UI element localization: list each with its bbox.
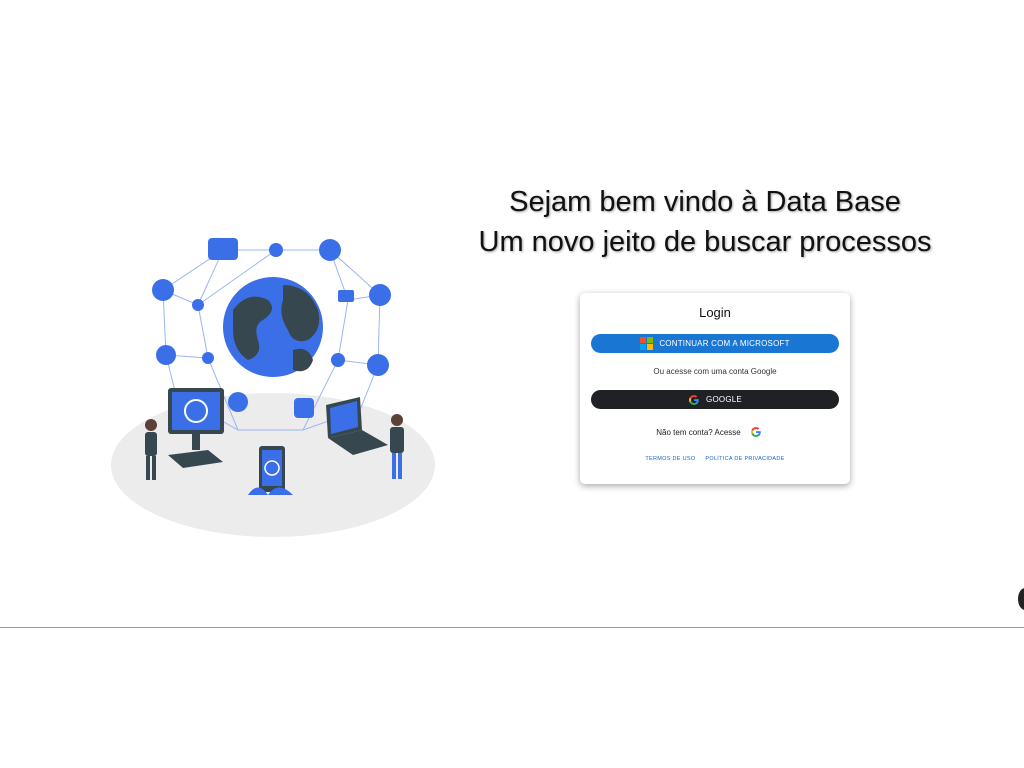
google-button-label: GOOGLE xyxy=(706,395,742,404)
welcome-headline: Sejam bem vindo à Data Base Um novo jeit… xyxy=(440,182,970,262)
google-login-button[interactable]: GOOGLE xyxy=(591,390,839,409)
google-icon xyxy=(689,394,699,405)
microsoft-icon xyxy=(640,337,654,350)
microsoft-button-label: CONTINUAR COM A MICROSOFT xyxy=(659,339,790,348)
signup-row: Não tem conta? Acesse xyxy=(580,426,850,438)
google-signup-icon[interactable] xyxy=(750,426,762,438)
page: Sejam bem vindo à Data Base Um novo jeit… xyxy=(0,0,1024,768)
continue-with-microsoft-button[interactable]: CONTINUAR COM A MICROSOFT xyxy=(591,334,839,353)
signup-text: Não tem conta? Acesse xyxy=(656,427,741,437)
network-illustration xyxy=(111,238,435,537)
terms-of-use-link[interactable]: TERMOS DE USO xyxy=(645,456,695,462)
privacy-policy-link[interactable]: POLÍTICA DE PRIVACIDADE xyxy=(705,456,784,462)
footer-links: TERMOS DE USO POLÍTICA DE PRIVACIDADE xyxy=(580,456,850,462)
login-card: Login CONTINUAR COM A MICROSOFT Ou acess… xyxy=(580,293,850,484)
headline-line-2: Um novo jeito de buscar processos xyxy=(478,226,932,258)
google-alt-text: Ou acesse com uma conta Google xyxy=(653,367,777,376)
login-title: Login xyxy=(699,305,731,320)
headline-line-1: Sejam bem vindo à Data Base xyxy=(509,186,901,218)
